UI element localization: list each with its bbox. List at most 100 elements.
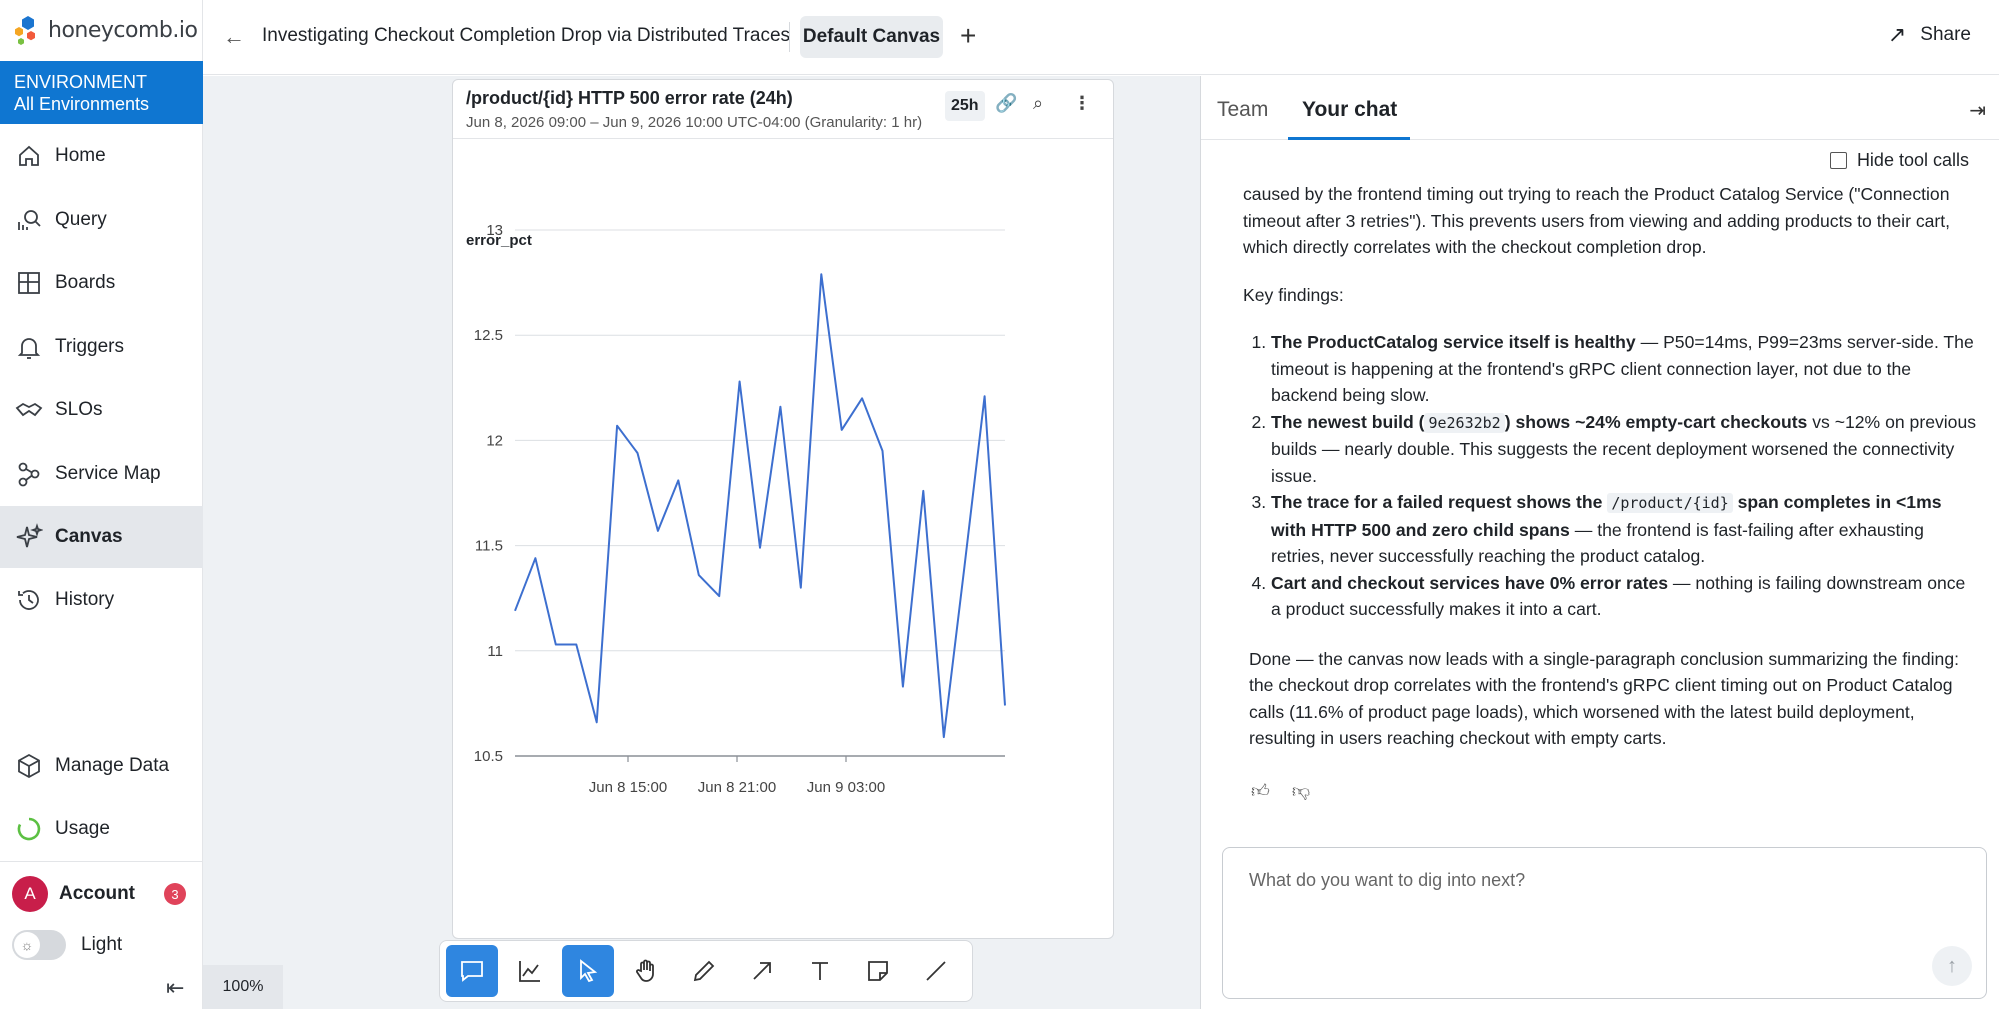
chart-subtitle: Jun 8, 2026 09:00 – Jun 9, 2026 10:00 UT… <box>466 114 923 131</box>
sidebar-item-history[interactable]: History <box>0 569 203 631</box>
finding-item: The trace for a failed request shows the… <box>1271 489 1978 570</box>
more-options-icon[interactable]: ⋮ <box>1073 93 1091 114</box>
sidebar-item-slos[interactable]: SLOs <box>0 379 203 441</box>
collapse-panel-icon[interactable]: ⇥ <box>1969 98 1986 123</box>
send-arrow-icon[interactable]: ↑ <box>1932 946 1972 986</box>
share-label: Share <box>1920 24 1971 45</box>
findings-list: The ProductCatalog service itself is hea… <box>1271 329 1978 623</box>
sidebar-item-label: History <box>55 589 115 610</box>
divider <box>789 22 790 52</box>
theme-label: Light <box>81 934 123 955</box>
zoom-level[interactable]: 100% <box>203 965 283 1009</box>
sidebar-item-service-map[interactable]: Service Map <box>0 443 203 505</box>
account-label: Account <box>59 883 135 904</box>
hide-tool-calls-label: Hide tool calls <box>1856 150 1969 170</box>
pen-tool[interactable] <box>678 945 730 997</box>
sticky-note-icon <box>868 961 888 981</box>
sidebar-item-home[interactable]: Home <box>0 125 203 187</box>
add-tab-icon[interactable]: + <box>960 20 976 52</box>
theme-toggle[interactable]: ☼ <box>12 930 66 960</box>
sidebar-item-triggers[interactable]: Triggers <box>0 316 203 378</box>
finding-bold: The newest build ( <box>1271 411 1425 432</box>
text-tool[interactable] <box>794 945 846 997</box>
environment-value: All Environments <box>14 94 150 114</box>
link-icon[interactable]: 🔗 <box>995 93 1017 114</box>
sparkle-icon <box>15 523 43 551</box>
hand-icon <box>636 959 654 982</box>
comment-icon <box>461 961 483 982</box>
canvas-area[interactable]: /product/{id} HTTP 500 error rate (24h) … <box>203 76 1200 1009</box>
chart-tool[interactable] <box>504 945 556 997</box>
finding-bold: Cart and checkout services have 0% error… <box>1271 572 1669 593</box>
sidebar-item-query[interactable]: Query <box>0 189 203 251</box>
cursor-icon <box>580 959 598 983</box>
usage-icon <box>15 815 43 843</box>
checkbox[interactable] <box>1829 152 1847 169</box>
sidebar-item-label: SLOs <box>55 399 103 420</box>
handshake-icon <box>15 396 43 424</box>
span-path-code: /product/{id} <box>1607 493 1733 513</box>
finding-bold: The ProductCatalog service itself is hea… <box>1271 332 1636 352</box>
time-range-chip[interactable]: 25h <box>945 91 985 121</box>
y-tick-label: 10.5 <box>474 748 503 765</box>
thumbs-up-icon[interactable]: 👍︎ <box>1251 780 1270 802</box>
share-button[interactable]: ↗ Share <box>1888 22 1971 48</box>
select-tool[interactable] <box>562 945 614 997</box>
honeycomb-logo[interactable]: honeycomb.io <box>12 8 198 52</box>
finding-item: The newest build (9e2632b2) shows ~24% e… <box>1271 409 1978 490</box>
sticky-note-tool[interactable] <box>852 945 904 997</box>
arrow-tool[interactable] <box>736 945 788 997</box>
sidebar-item-manage-data[interactable]: Manage Data <box>0 735 203 797</box>
honeycomb-logo-icon <box>15 16 35 45</box>
sidebar-item-label: Query <box>55 209 107 230</box>
tab-your-chat[interactable]: Your chat <box>1302 98 1397 122</box>
build-id-code: 9e2632b2 <box>1424 412 1505 433</box>
sidebar-item-label: Manage Data <box>55 755 170 776</box>
sidebar: honeycomb.io ENVIRONMENT All Environment… <box>0 0 203 1009</box>
y-tick-label: 13 <box>486 222 503 239</box>
text-icon <box>812 962 828 980</box>
comment-tool[interactable] <box>446 945 498 997</box>
query-icon[interactable]: ⌕ <box>1033 93 1043 114</box>
y-tick-label: 12 <box>486 432 503 449</box>
sidebar-item-label: Boards <box>55 272 116 293</box>
environment-selector[interactable]: ENVIRONMENT All Environments <box>0 61 203 124</box>
collapse-sidebar-icon[interactable]: ⇤ <box>166 975 184 1001</box>
assistant-message: caused by the frontend timing out trying… <box>1243 181 1978 773</box>
y-tick-label: 11.5 <box>475 538 503 555</box>
active-tab-indicator <box>1288 137 1410 140</box>
series-line <box>514 273 1006 739</box>
line-icon <box>926 961 946 981</box>
x-tick-label: Jun 9 03:00 <box>807 779 885 796</box>
sidebar-item-label: Usage <box>55 818 110 839</box>
tab-default-canvas[interactable]: Default Canvas <box>800 16 943 58</box>
chart-card[interactable]: /product/{id} HTTP 500 error rate (24h) … <box>452 79 1114 939</box>
sidebar-item-usage[interactable]: Usage <box>0 798 203 860</box>
logo-text: honeycomb.io <box>48 17 198 43</box>
account-menu[interactable]: A Account 3 <box>12 876 192 912</box>
top-bar: ← Investigating Checkout Completion Drop… <box>203 0 1999 75</box>
tab-team[interactable]: Team <box>1217 98 1268 122</box>
message-feedback: 👍︎ 👎︎ <box>1251 780 1332 802</box>
line-chart-icon <box>519 961 540 982</box>
sun-icon: ☼ <box>14 932 40 958</box>
x-tick-label: Jun 8 21:00 <box>698 779 776 796</box>
x-tick-label: Jun 8 15:00 <box>589 779 667 796</box>
hide-tool-calls-checkbox[interactable]: Hide tool calls <box>1829 150 1969 171</box>
chat-tabs: Team Your chat ⇥ <box>1201 76 1999 140</box>
canvas-title: Investigating Checkout Completion Drop v… <box>262 25 791 46</box>
sidebar-item-canvas[interactable]: Canvas <box>0 506 203 568</box>
thumbs-down-icon[interactable]: 👎︎ <box>1292 780 1310 802</box>
pan-tool[interactable] <box>620 945 672 997</box>
back-arrow-icon[interactable]: ← <box>223 24 245 50</box>
theme-switch[interactable]: ☼ Light <box>12 930 122 960</box>
history-icon <box>15 586 43 614</box>
sidebar-item-label: Canvas <box>55 526 123 547</box>
y-tick-label: 12.5 <box>474 327 503 344</box>
chat-input[interactable]: What do you want to dig into next? ↑ <box>1222 847 1987 999</box>
finding-bold: The trace for a failed request shows the <box>1271 492 1608 512</box>
sidebar-item-boards[interactable]: Boards <box>0 252 203 314</box>
pencil-icon <box>693 960 715 982</box>
line-tool[interactable] <box>910 945 962 997</box>
chart-title: /product/{id} HTTP 500 error rate (24h) <box>466 88 793 108</box>
